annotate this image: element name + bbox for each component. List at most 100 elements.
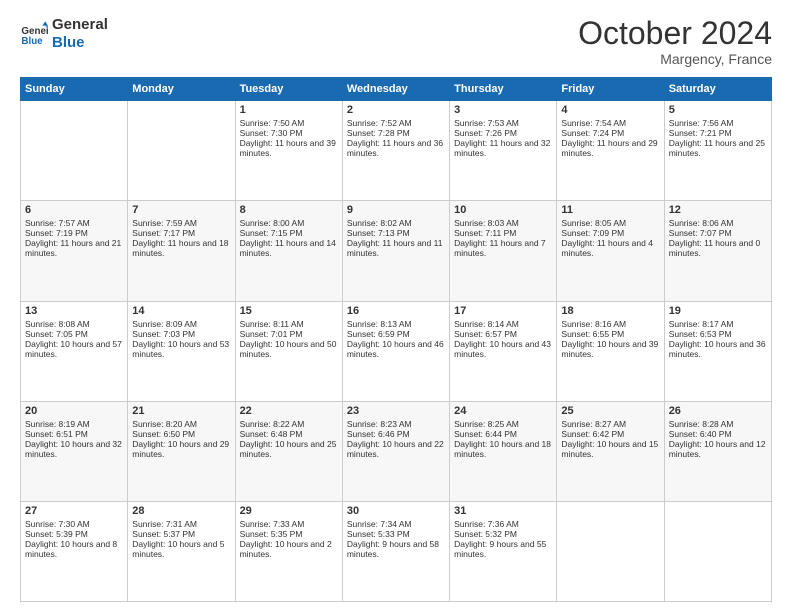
col-monday: Monday — [128, 78, 235, 101]
col-friday: Friday — [557, 78, 664, 101]
table-row: 20Sunrise: 8:19 AMSunset: 6:51 PMDayligh… — [21, 401, 128, 501]
day-number: 27 — [25, 505, 123, 517]
day-content-line: Sunrise: 8:28 AM — [669, 419, 767, 429]
day-content-line: Daylight: 10 hours and 57 minutes. — [25, 339, 123, 359]
day-content-line: Daylight: 11 hours and 39 minutes. — [240, 138, 338, 158]
day-content-line: Sunrise: 7:57 AM — [25, 218, 123, 228]
day-number: 16 — [347, 305, 445, 317]
day-content-line: Daylight: 10 hours and 25 minutes. — [240, 439, 338, 459]
day-number: 4 — [561, 104, 659, 116]
day-number: 11 — [561, 204, 659, 216]
day-content-line: Daylight: 10 hours and 43 minutes. — [454, 339, 552, 359]
day-number: 20 — [25, 405, 123, 417]
calendar-week-row: 20 Sunrise: 8:19 AMSunset: 6:51 PM Dayligh… — [21, 401, 772, 501]
day-content-line: Sunset: 6:44 PM — [454, 429, 552, 439]
table-row: 2Sunrise: 7:52 AMSunset: 7:28 PMDaylight… — [342, 101, 449, 201]
day-content-line: Sunrise: 7:54 AM — [561, 118, 659, 128]
day-content-line: Sunrise: 8:11 AM — [240, 319, 338, 329]
day-content-line: Daylight: 10 hours and 36 minutes. — [669, 339, 767, 359]
table-row: 25 Sunrise: 8:27 AMSunset: 6:42 PMDayligh… — [557, 401, 664, 501]
day-number: 24 — [454, 405, 552, 417]
day-number: 31 — [454, 505, 552, 517]
day-content-line: Sunset: 6:40 PM — [669, 429, 767, 439]
day-content-line: Sunrise: 8:27 AM — [561, 419, 659, 429]
logo-text-blue: Blue — [52, 34, 108, 52]
day-content-line: Sunset: 6:51 PM — [25, 429, 123, 439]
day-content-line: Sunset: 6:48 PM — [240, 429, 338, 439]
day-number: 13 — [25, 305, 123, 317]
day-content-line: Sunrise: 7:52 AM — [347, 118, 445, 128]
day-content-line: Sunset: 7:03 PM — [132, 329, 230, 339]
day-content-line: Daylight: 11 hours and 32 minutes. — [454, 138, 552, 158]
day-content-line: Sunset: 7:30 PM — [240, 128, 338, 138]
day-content-line: Daylight: 11 hours and 11 minutes. — [347, 238, 445, 258]
day-content-line: Daylight: 10 hours and 15 minutes. — [561, 439, 659, 459]
day-content-line: Sunrise: 8:02 AM — [347, 218, 445, 228]
day-number: 14 — [132, 305, 230, 317]
logo-text-general: General — [52, 16, 108, 34]
table-row — [128, 101, 235, 201]
day-content-line: Sunset: 5:35 PM — [240, 529, 338, 539]
day-number: 9 — [347, 204, 445, 216]
table-row: 22 Sunrise: 8:22 AMSunset: 6:48 PMDayligh… — [235, 401, 342, 501]
day-number: 6 — [25, 204, 123, 216]
day-content-line: Sunrise: 8:23 AM — [347, 419, 445, 429]
day-content-line: Sunrise: 8:19 AM — [25, 419, 123, 429]
day-content-line: Sunrise: 7:59 AM — [132, 218, 230, 228]
day-number: 19 — [669, 305, 767, 317]
table-row: 3Sunrise: 7:53 AMSunset: 7:26 PMDaylight… — [450, 101, 557, 201]
day-content-line: Sunrise: 8:06 AM — [669, 218, 767, 228]
table-row: 21Sunrise: 8:20 AMSunset: 6:50 PMDayligh… — [128, 401, 235, 501]
day-content-line: Sunrise: 8:08 AM — [25, 319, 123, 329]
day-content-line: Sunset: 7:11 PM — [454, 228, 552, 238]
day-content-line: Sunrise: 7:33 AM — [240, 519, 338, 529]
day-number: 15 — [240, 305, 338, 317]
day-number: 30 — [347, 505, 445, 517]
calendar-header-row: Sunday Monday Tuesday Wednesday Thursday… — [21, 78, 772, 101]
day-number: 25 — [561, 405, 659, 417]
day-content-line: Sunset: 7:13 PM — [347, 228, 445, 238]
day-number: 22 — [240, 405, 338, 417]
table-row: 18Sunrise: 8:16 AMSunset: 6:55 PMDayligh… — [557, 301, 664, 401]
day-content-line: Sunset: 6:42 PM — [561, 429, 659, 439]
day-content-line: Sunrise: 7:53 AM — [454, 118, 552, 128]
day-number: 5 — [669, 104, 767, 116]
day-content-line: Sunrise: 8:05 AM — [561, 218, 659, 228]
day-content-line: Daylight: 10 hours and 39 minutes. — [561, 339, 659, 359]
day-content-line: Sunrise: 8:13 AM — [347, 319, 445, 329]
day-content-line: Sunset: 6:53 PM — [669, 329, 767, 339]
table-row: 29Sunrise: 7:33 AMSunset: 5:35 PMDayligh… — [235, 501, 342, 601]
day-content-line: Sunset: 7:07 PM — [669, 228, 767, 238]
month-year: October 2024 — [578, 16, 772, 51]
col-tuesday: Tuesday — [235, 78, 342, 101]
day-content-line: Daylight: 10 hours and 18 minutes. — [454, 439, 552, 459]
header: General Blue General Blue October 2024 M… — [20, 16, 772, 67]
day-content-line: Sunset: 5:32 PM — [454, 529, 552, 539]
calendar-week-row: 6Sunrise: 7:57 AMSunset: 7:19 PMDaylight… — [21, 201, 772, 301]
day-number: 18 — [561, 305, 659, 317]
day-content-line: Sunrise: 8:00 AM — [240, 218, 338, 228]
calendar-week-row: 13Sunrise: 8:08 AMSunset: 7:05 PMDayligh… — [21, 301, 772, 401]
day-number: 12 — [669, 204, 767, 216]
table-row: 4Sunrise: 7:54 AMSunset: 7:24 PMDaylight… — [557, 101, 664, 201]
col-wednesday: Wednesday — [342, 78, 449, 101]
day-content-line: Sunset: 7:09 PM — [561, 228, 659, 238]
day-number: 26 — [669, 405, 767, 417]
day-content-line: Sunrise: 8:03 AM — [454, 218, 552, 228]
day-content-line: Sunrise: 8:16 AM — [561, 319, 659, 329]
table-row: 9 Sunrise: 8:02 AMSunset: 7:13 PMDaylight… — [342, 201, 449, 301]
day-content-line: Daylight: 11 hours and 18 minutes. — [132, 238, 230, 258]
col-saturday: Saturday — [664, 78, 771, 101]
day-content-line: Sunset: 6:50 PM — [132, 429, 230, 439]
table-row: 24Sunrise: 8:25 AMSunset: 6:44 PMDayligh… — [450, 401, 557, 501]
day-content-line: Sunrise: 7:34 AM — [347, 519, 445, 529]
day-content-line: Daylight: 10 hours and 5 minutes. — [132, 539, 230, 559]
day-content-line: Sunrise: 8:22 AM — [240, 419, 338, 429]
table-row: 11Sunrise: 8:05 AMSunset: 7:09 PMDayligh… — [557, 201, 664, 301]
day-number: 21 — [132, 405, 230, 417]
day-content-line: Sunrise: 7:56 AM — [669, 118, 767, 128]
table-row: 23Sunrise: 8:23 AMSunset: 6:46 PMDayligh… — [342, 401, 449, 501]
day-number: 28 — [132, 505, 230, 517]
day-number: 29 — [240, 505, 338, 517]
day-content-line: Sunrise: 8:17 AM — [669, 319, 767, 329]
